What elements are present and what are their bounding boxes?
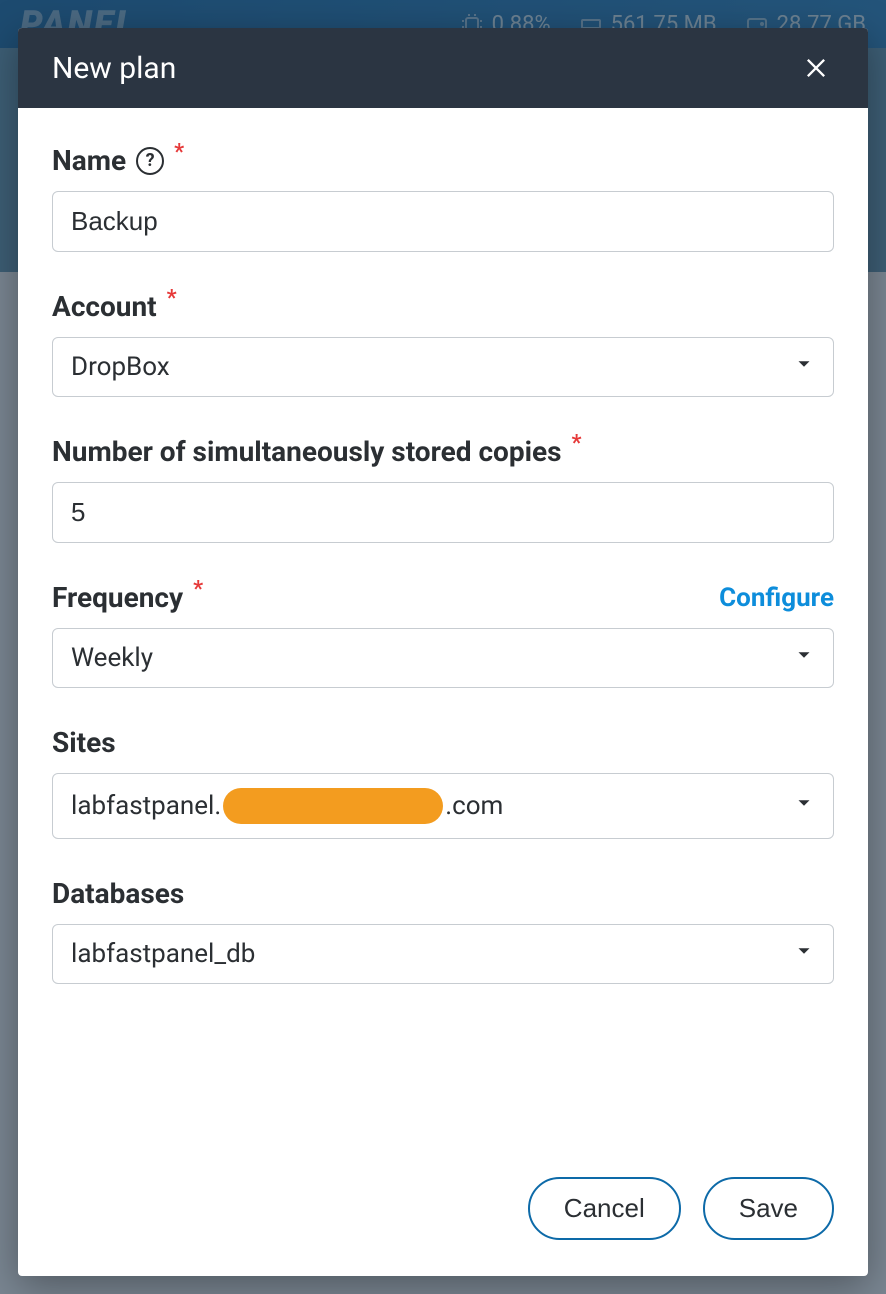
required-marker: * [167, 286, 177, 311]
save-button[interactable]: Save [703, 1177, 834, 1240]
new-plan-modal: New plan Name ? * Account * [18, 28, 868, 1276]
close-button[interactable] [798, 50, 834, 86]
modal-header: New plan [18, 28, 868, 108]
databases-label: Databases [52, 877, 184, 910]
sites-prefix: labfastpanel. [71, 791, 221, 821]
sites-field: Sites labfastpanel. .com [52, 726, 834, 839]
modal-footer: Cancel Save [18, 1149, 868, 1276]
chevron-down-icon [793, 939, 815, 969]
name-field: Name ? * [52, 144, 834, 252]
cancel-button[interactable]: Cancel [528, 1177, 681, 1240]
modal-title: New plan [52, 51, 176, 86]
sites-suffix: .com [445, 791, 503, 821]
required-marker: * [174, 140, 184, 165]
account-select[interactable]: DropBox [52, 337, 834, 397]
copies-label: Number of simultaneously stored copies [52, 435, 562, 468]
account-value: DropBox [71, 352, 781, 382]
copies-input[interactable] [52, 482, 834, 543]
name-input[interactable] [52, 191, 834, 252]
frequency-value: Weekly [71, 643, 781, 673]
databases-select[interactable]: labfastpanel_db [52, 924, 834, 984]
configure-link[interactable]: Configure [719, 583, 834, 613]
databases-field: Databases labfastpanel_db [52, 877, 834, 984]
copies-field: Number of simultaneously stored copies * [52, 435, 834, 543]
databases-value: labfastpanel_db [71, 939, 781, 969]
name-label: Name [52, 144, 126, 177]
chevron-down-icon [793, 791, 815, 821]
account-field: Account * DropBox [52, 290, 834, 397]
account-label: Account [52, 290, 157, 323]
frequency-select[interactable]: Weekly [52, 628, 834, 688]
redacted-domain [223, 788, 443, 824]
close-icon [802, 54, 830, 82]
sites-select[interactable]: labfastpanel. .com [52, 773, 834, 839]
required-marker: * [572, 431, 582, 456]
help-icon[interactable]: ? [136, 147, 164, 175]
chevron-down-icon [793, 352, 815, 382]
sites-value: labfastpanel. .com [71, 788, 781, 824]
frequency-label: Frequency [52, 581, 183, 614]
frequency-field: Frequency * Configure Weekly [52, 581, 834, 688]
modal-body: Name ? * Account * DropBox [18, 108, 868, 1149]
chevron-down-icon [793, 643, 815, 673]
sites-label: Sites [52, 726, 116, 759]
required-marker: * [193, 577, 203, 602]
